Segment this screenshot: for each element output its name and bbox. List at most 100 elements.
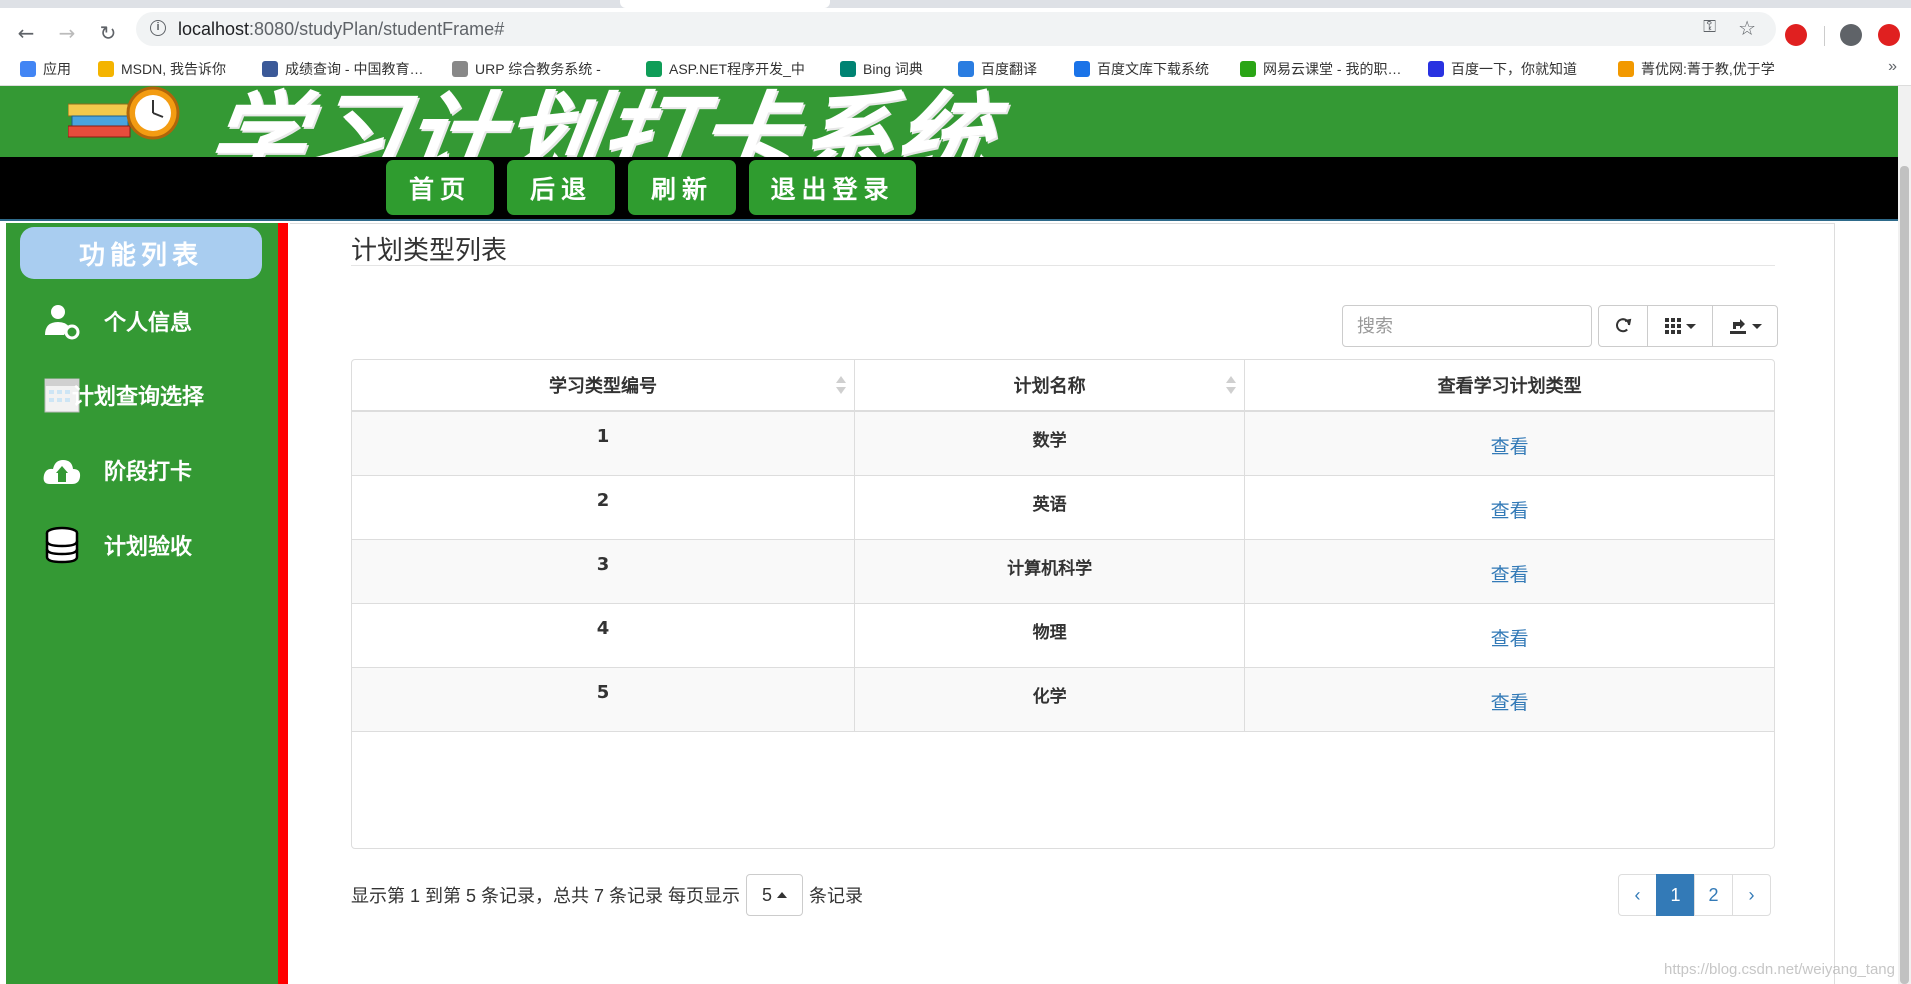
nav-home-button[interactable]: 首页 bbox=[386, 160, 494, 215]
bookmark-item[interactable]: URP 综合教务系统 - bbox=[452, 59, 601, 79]
view-link[interactable]: 查看 bbox=[1491, 564, 1529, 586]
prev-page-button[interactable]: ‹ bbox=[1618, 874, 1657, 916]
sidebar-separator bbox=[278, 223, 288, 984]
refresh-table-button[interactable] bbox=[1598, 305, 1648, 347]
bookmark-favicon-icon bbox=[1240, 61, 1256, 77]
forward-arrow-icon[interactable]: → bbox=[55, 21, 79, 45]
refresh-icon bbox=[1616, 318, 1632, 333]
cell-view: 查看 bbox=[1244, 411, 1774, 476]
scrollbar-thumb[interactable] bbox=[1900, 166, 1909, 984]
search-input[interactable] bbox=[1342, 305, 1592, 347]
app-logo-title: 学习计划打卡系统 bbox=[200, 86, 1001, 157]
page-button-1[interactable]: 1 bbox=[1656, 874, 1695, 916]
cell-type-id: 5 bbox=[352, 667, 855, 732]
cell-type-id: 3 bbox=[352, 539, 855, 604]
page-title: 计划类型列表 bbox=[351, 235, 508, 265]
bookmark-label: 菁优网:菁于教,优于学 bbox=[1641, 61, 1775, 77]
bookmark-label: 成绩查询 - 中国教育… bbox=[285, 61, 424, 77]
nav-back-button[interactable]: 后退 bbox=[507, 160, 615, 215]
page-button-2[interactable]: 2 bbox=[1694, 874, 1733, 916]
password-key-icon[interactable]: ⚿ bbox=[1703, 17, 1716, 37]
address-bar[interactable]: i localhost:8080/studyPlan/studentFrame#… bbox=[136, 12, 1776, 46]
bookmark-item[interactable]: 百度翻译 bbox=[958, 59, 1037, 79]
url-host: localhost bbox=[178, 19, 250, 39]
sidebar-item-acceptance[interactable]: 计划验收 bbox=[36, 519, 272, 569]
sort-icon[interactable] bbox=[1226, 376, 1237, 396]
bookmark-favicon-icon bbox=[958, 61, 974, 77]
bookmark-favicon-icon bbox=[646, 61, 662, 77]
table-toolbar bbox=[1598, 305, 1778, 347]
bookmark-item[interactable]: MSDN, 我告诉你 bbox=[98, 59, 226, 79]
cell-view: 查看 bbox=[1244, 475, 1774, 540]
cell-type-id: 4 bbox=[352, 603, 855, 668]
column-header-type-id[interactable]: 学习类型编号 bbox=[352, 360, 855, 412]
bookmark-item[interactable]: 成绩查询 - 中国教育… bbox=[262, 59, 423, 79]
back-arrow-icon[interactable]: ← bbox=[14, 21, 38, 45]
caret-up-icon bbox=[777, 892, 788, 898]
table-header-row: 学习类型编号 计划名称 查看学习计划类型 bbox=[352, 360, 1774, 412]
column-header-label: 计划名称 bbox=[1013, 376, 1086, 397]
bookmark-item[interactable]: 应用 bbox=[20, 59, 71, 79]
address-url[interactable]: localhost:8080/studyPlan/studentFrame# bbox=[178, 19, 504, 40]
table-row: 3 计算机科学 查看 bbox=[352, 539, 1774, 604]
title-divider bbox=[351, 265, 1775, 266]
watermark: https://blog.csdn.net/weiyang_tang bbox=[1664, 961, 1895, 978]
sidebar-item-label: 计划查询选择 bbox=[72, 385, 205, 410]
page-scrollbar[interactable] bbox=[1898, 86, 1911, 984]
bookmark-item[interactable]: 百度文库下载系统 bbox=[1074, 59, 1209, 79]
account-icon[interactable] bbox=[1840, 24, 1862, 46]
bookmark-favicon-icon bbox=[262, 61, 278, 77]
active-tab[interactable] bbox=[620, 0, 830, 8]
sort-icon[interactable] bbox=[835, 376, 846, 396]
column-header-label: 查看学习计划类型 bbox=[1437, 376, 1582, 397]
sidebar-item-plan-query[interactable]: 计划查询选择 bbox=[36, 369, 272, 419]
next-page-button[interactable]: › bbox=[1732, 874, 1771, 916]
columns-toggle-button[interactable] bbox=[1647, 305, 1713, 347]
bookmark-label: MSDN, 我告诉你 bbox=[121, 61, 226, 77]
view-link[interactable]: 查看 bbox=[1491, 628, 1529, 650]
plan-type-table: 学习类型编号 计划名称 查看学习计划类型 1 数学 查看 2 英语 查看 3 计… bbox=[351, 359, 1775, 849]
books-clock-logo-icon bbox=[68, 86, 180, 140]
bookmark-label: 百度翻译 bbox=[981, 61, 1037, 77]
bookmarks-overflow-button[interactable]: » bbox=[1888, 58, 1897, 76]
view-link[interactable]: 查看 bbox=[1491, 692, 1529, 714]
sidebar-item-label: 个人信息 bbox=[103, 311, 192, 336]
view-link[interactable]: 查看 bbox=[1491, 500, 1529, 522]
sidebar-item-personal-info[interactable]: 个人信息 bbox=[36, 295, 272, 345]
bookmark-item[interactable]: 百度一下，你就知道 bbox=[1428, 59, 1577, 79]
bookmark-label: 百度文库下载系统 bbox=[1097, 61, 1209, 77]
column-header-view: 查看学习计划类型 bbox=[1244, 360, 1774, 412]
cell-view: 查看 bbox=[1244, 603, 1774, 668]
bookmark-item[interactable]: ASP.NET程序开发_中 bbox=[646, 59, 805, 79]
nav-refresh-button[interactable]: 刷新 bbox=[628, 160, 736, 215]
sidebar: 功能列表 个人信息 计划查询选择 阶段打卡 计划验收 bbox=[6, 223, 278, 984]
bookmark-label: Bing 词典 bbox=[863, 61, 923, 77]
export-button[interactable] bbox=[1712, 305, 1778, 347]
site-info-icon[interactable]: i bbox=[150, 20, 166, 36]
bookmark-star-icon[interactable]: ☆ bbox=[1738, 16, 1756, 40]
bookmark-item[interactable]: 网易云课堂 - 我的职… bbox=[1240, 59, 1401, 79]
sidebar-item-label: 计划验收 bbox=[103, 535, 192, 560]
page-size-dropdown[interactable]: 5 bbox=[746, 874, 804, 916]
url-path: :8080/studyPlan/studentFrame# bbox=[249, 19, 505, 39]
app-header: 学习计划打卡系统 bbox=[0, 86, 1898, 157]
pagination: ‹ 1 2 › bbox=[1618, 874, 1771, 916]
bookmark-item[interactable]: 菁优网:菁于教,优于学 bbox=[1618, 59, 1775, 79]
sidebar-item-checkin[interactable]: 阶段打卡 bbox=[36, 444, 272, 494]
table-row: 4 物理 查看 bbox=[352, 603, 1774, 668]
column-header-plan-name[interactable]: 计划名称 bbox=[854, 360, 1246, 412]
pagination-info-suffix: 条记录 bbox=[809, 886, 864, 906]
reload-icon[interactable]: ↻ bbox=[96, 21, 120, 45]
table-row: 1 数学 查看 bbox=[352, 411, 1774, 476]
nav-logout-button[interactable]: 退出登录 bbox=[749, 160, 916, 215]
bookmark-label: 百度一下，你就知道 bbox=[1451, 61, 1577, 77]
sidebar-title: 功能列表 bbox=[20, 227, 262, 279]
cell-type-id: 1 bbox=[352, 411, 855, 476]
view-link[interactable]: 查看 bbox=[1491, 436, 1529, 458]
update-icon[interactable] bbox=[1878, 24, 1900, 46]
bookmark-item[interactable]: Bing 词典 bbox=[840, 59, 923, 79]
extension-stop-icon[interactable] bbox=[1785, 24, 1807, 46]
bookmark-label: URP 综合教务系统 - bbox=[475, 61, 601, 77]
bookmark-favicon-icon bbox=[1618, 61, 1634, 77]
sidebar-item-label: 阶段打卡 bbox=[103, 460, 192, 485]
